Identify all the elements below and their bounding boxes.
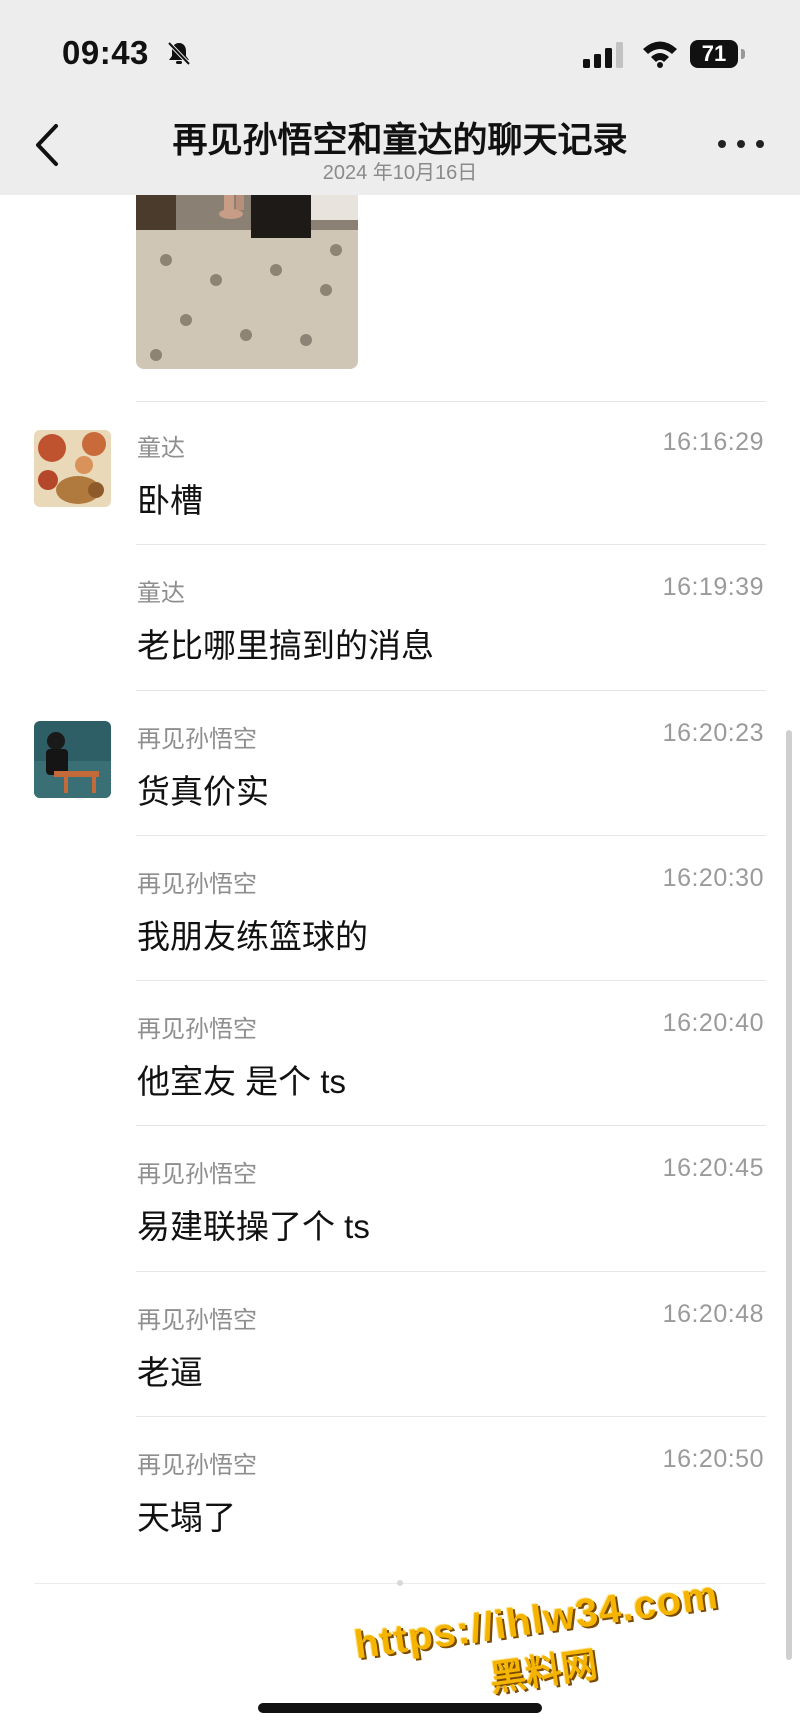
message-time: 16:20:48: [662, 1300, 764, 1328]
sender-name: 再见孙悟空: [137, 871, 257, 898]
sender-name: 再见孙悟空: [137, 726, 257, 753]
message-row: 再见孙悟空 16:20:23 货真价实: [0, 689, 800, 834]
message-text[interactable]: 他室友 是个 ts: [137, 1055, 346, 1103]
message-time: 16:20:45: [662, 1154, 764, 1182]
sender-name: 再见孙悟空: [137, 1161, 257, 1188]
wifi-icon: [643, 41, 677, 68]
message-row: 童达 16:19:39 老比哪里搞到的消息: [0, 543, 800, 688]
battery-icon: 71: [690, 40, 746, 68]
list-end-dot: [397, 1580, 403, 1586]
sender-name: 童达: [137, 435, 185, 462]
watermark: https://ihlw34.com 黑料网: [335, 1571, 745, 1723]
chat-date: 2024 年10月16日: [322, 162, 478, 184]
home-indicator[interactable]: [258, 1703, 542, 1713]
top-bar: 09:43 71 再见孙悟空和童达的聊天记录 2024 年10月16日: [0, 0, 800, 195]
message-time: 16:20:40: [662, 1009, 764, 1037]
sender-name: 再见孙悟空: [137, 1307, 257, 1334]
message-time: 16:19:39: [662, 573, 764, 601]
message-text[interactable]: 我朋友练篮球的: [137, 910, 368, 958]
message-row: 再见孙悟空 16:20:50 天塌了: [0, 1415, 800, 1560]
battery-level: 71: [701, 41, 727, 66]
bell-off-icon: [167, 41, 191, 66]
message-row: 再见孙悟空 16:20:45 易建联操了个 ts: [0, 1124, 800, 1269]
message-text[interactable]: 易建联操了个 ts: [137, 1200, 370, 1248]
status-time: 09:43: [62, 34, 149, 71]
cellular-signal-icon: [583, 42, 623, 68]
message-time: 16:20:30: [662, 864, 764, 892]
message-row: 再见孙悟空 16:20:40 他室友 是个 ts: [0, 979, 800, 1124]
message-text[interactable]: 货真价实: [137, 765, 269, 813]
message-row: 童达 16:16:29 卧槽: [0, 398, 800, 543]
message-text[interactable]: 天塌了: [137, 1491, 236, 1539]
sender-name: 再见孙悟空: [137, 1452, 257, 1479]
scrollbar[interactable]: [786, 730, 792, 1660]
message-time: 16:20:50: [662, 1445, 764, 1473]
avatar[interactable]: [34, 721, 111, 798]
message-row: 再见孙悟空 16:20:30 我朋友练篮球的: [0, 834, 800, 979]
back-chevron-icon[interactable]: [30, 122, 64, 168]
sender-name: 再见孙悟空: [137, 1016, 257, 1043]
more-icon[interactable]: [718, 137, 764, 151]
sender-name: 童达: [137, 580, 185, 607]
message-time: 16:16:29: [662, 428, 764, 456]
message-time: 16:20:23: [662, 719, 764, 747]
message-text[interactable]: 老比哪里搞到的消息: [137, 619, 434, 667]
message-row: 再见孙悟空 16:20:48 老逼: [0, 1270, 800, 1415]
message-text[interactable]: 卧槽: [137, 474, 203, 522]
message-text[interactable]: 老逼: [137, 1346, 203, 1394]
avatar[interactable]: [34, 430, 111, 507]
